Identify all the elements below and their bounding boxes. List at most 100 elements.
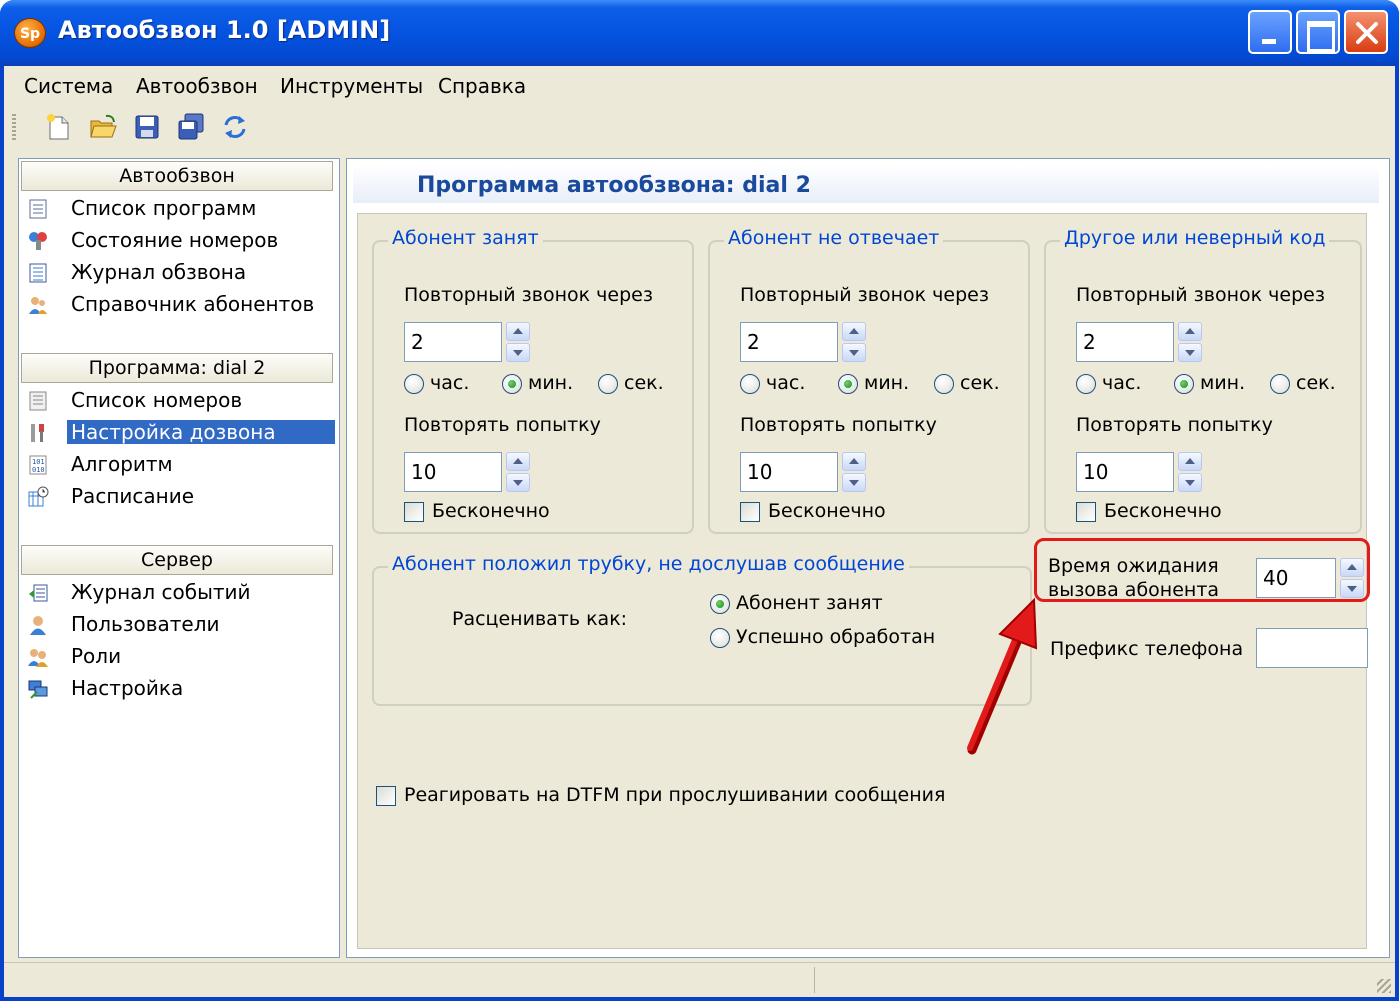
sidebar-item-label: Состояние номеров xyxy=(71,228,279,252)
retry-interval-spinner[interactable]: 2 xyxy=(404,322,532,362)
spin-up-button[interactable] xyxy=(1178,322,1202,341)
spin-up-button[interactable] xyxy=(506,322,530,341)
unit-minutes-label: мин. xyxy=(1200,372,1246,394)
contacts-icon xyxy=(29,297,47,314)
spin-down-button[interactable] xyxy=(1178,343,1202,362)
new-icon[interactable] xyxy=(44,112,74,142)
client-area: Система Автообзвон Инструменты Справка А… xyxy=(4,66,1395,997)
dtmf-checkbox[interactable] xyxy=(376,786,396,806)
unit-seconds-radio[interactable] xyxy=(1270,374,1290,394)
spin-down-button[interactable] xyxy=(506,473,530,492)
sidebar-item-label: Список номеров xyxy=(71,388,243,412)
repeat-count-spinner[interactable]: 10 xyxy=(740,452,868,492)
toolbar-grip[interactable] xyxy=(12,114,16,142)
app-logo-icon: Sp xyxy=(14,18,46,48)
maximize-button[interactable] xyxy=(1296,10,1340,54)
unit-seconds-radio[interactable] xyxy=(598,374,618,394)
sidebar-item-settings[interactable]: Настройка xyxy=(23,673,335,705)
spin-up-button[interactable] xyxy=(842,452,866,471)
status-bar xyxy=(4,962,1395,997)
section-header-server: Сервер xyxy=(21,545,333,575)
repeat-count-spinner[interactable]: 10 xyxy=(404,452,532,492)
title-bar[interactable]: Sp Автообзвон 1.0 [ADMIN] xyxy=(0,0,1399,66)
sidebar-item-number-status[interactable]: Состояние номеров xyxy=(23,225,335,257)
open-icon[interactable] xyxy=(88,112,118,142)
repeat-count-input[interactable]: 10 xyxy=(404,452,502,492)
section-header-program: Программа: dial 2 xyxy=(21,353,333,383)
retry-interval-spinner[interactable]: 2 xyxy=(740,322,868,362)
repeat-count-spinner[interactable]: 10 xyxy=(1076,452,1204,492)
svg-text:101: 101 xyxy=(32,458,45,466)
svg-text:010: 010 xyxy=(32,466,45,474)
sidebar-item-label: Список программ xyxy=(71,196,257,220)
infinite-checkbox[interactable] xyxy=(404,502,424,522)
retry-label: Повторный звонок через xyxy=(1076,284,1325,306)
spin-down-button[interactable] xyxy=(506,343,530,362)
dtmf-label: Реагировать на DTFM при прослушивании со… xyxy=(404,784,946,806)
unit-seconds-label: сек. xyxy=(960,372,1000,394)
sidebar-item-roles[interactable]: Роли xyxy=(23,641,335,673)
group-no-answer: Абонент не отвечает Повторный звонок чер… xyxy=(708,227,1030,534)
settings-icon xyxy=(28,680,48,699)
unit-hours-radio[interactable] xyxy=(1076,374,1096,394)
unit-hours-radio[interactable] xyxy=(740,374,760,394)
sidebar-item-algorithm[interactable]: 101 010 Алгоритм xyxy=(23,449,335,481)
menu-system[interactable]: Система xyxy=(24,74,113,98)
save-icon[interactable] xyxy=(132,112,162,142)
group-hangup: Абонент положил трубку, не дослушав сооб… xyxy=(372,553,1032,706)
repeat-label: Повторять попытку xyxy=(1076,414,1273,436)
highlight-frame xyxy=(1034,538,1370,602)
treat-busy-radio[interactable] xyxy=(710,594,730,614)
spin-up-button[interactable] xyxy=(1178,452,1202,471)
sidebar-item-users[interactable]: Пользователи xyxy=(23,609,335,641)
sidebar-item-label: Журнал обзвона xyxy=(71,260,247,284)
infinite-checkbox[interactable] xyxy=(1076,502,1096,522)
repeat-count-input[interactable]: 10 xyxy=(1076,452,1174,492)
group-other-code: Другое или неверный код Повторный звонок… xyxy=(1044,227,1362,534)
unit-hours-radio[interactable] xyxy=(404,374,424,394)
phone-prefix-input[interactable] xyxy=(1256,628,1368,668)
spin-down-button[interactable] xyxy=(842,473,866,492)
unit-seconds-radio[interactable] xyxy=(934,374,954,394)
sidebar-item-label: Роли xyxy=(71,644,122,668)
window-title: Автообзвон 1.0 [ADMIN] xyxy=(58,16,391,44)
infinite-label: Бесконечно xyxy=(1104,500,1222,522)
refresh-icon[interactable] xyxy=(220,112,250,142)
log-icon xyxy=(29,263,47,283)
menu-tools[interactable]: Инструменты xyxy=(280,74,423,98)
sidebar-item-call-log[interactable]: Журнал обзвона xyxy=(23,257,335,289)
minimize-button[interactable] xyxy=(1248,10,1292,54)
spin-up-button[interactable] xyxy=(842,322,866,341)
unit-minutes-radio[interactable] xyxy=(1174,374,1194,394)
spin-down-button[interactable] xyxy=(1178,473,1202,492)
unit-minutes-radio[interactable] xyxy=(838,374,858,394)
menu-help[interactable]: Справка xyxy=(438,74,526,98)
spin-up-button[interactable] xyxy=(506,452,530,471)
unit-minutes-radio[interactable] xyxy=(502,374,522,394)
sidebar-item-dial-settings[interactable]: Настройка дозвона xyxy=(23,417,335,449)
unit-seconds-label: сек. xyxy=(1296,372,1336,394)
repeat-count-input[interactable]: 10 xyxy=(740,452,838,492)
retry-interval-input[interactable]: 2 xyxy=(740,322,838,362)
close-button[interactable] xyxy=(1344,10,1388,54)
infinite-label: Бесконечно xyxy=(768,500,886,522)
retry-interval-input[interactable]: 2 xyxy=(1076,322,1174,362)
sidebar-item-label: Настройка дозвона xyxy=(67,420,335,444)
section-header-autodial: Автообзвон xyxy=(21,161,333,191)
sidebar-item-number-list[interactable]: Список номеров xyxy=(23,385,335,417)
spin-down-button[interactable] xyxy=(842,343,866,362)
infinite-checkbox[interactable] xyxy=(740,502,760,522)
resize-grip[interactable] xyxy=(1377,979,1391,993)
close-icon xyxy=(1356,22,1378,44)
sidebar-item-program-list[interactable]: Список программ xyxy=(23,193,335,225)
menu-autodial[interactable]: Автообзвон xyxy=(136,74,258,98)
unit-hours-label: час. xyxy=(766,372,806,394)
treat-success-radio[interactable] xyxy=(710,628,730,648)
retry-interval-spinner[interactable]: 2 xyxy=(1076,322,1204,362)
save-all-icon[interactable] xyxy=(176,112,206,142)
retry-interval-input[interactable]: 2 xyxy=(404,322,502,362)
sidebar-item-contacts[interactable]: Справочник абонентов xyxy=(23,289,335,321)
sidebar-item-schedule[interactable]: Расписание xyxy=(23,481,335,513)
toolbar xyxy=(4,106,1395,150)
sidebar-item-event-log[interactable]: Журнал событий xyxy=(23,577,335,609)
